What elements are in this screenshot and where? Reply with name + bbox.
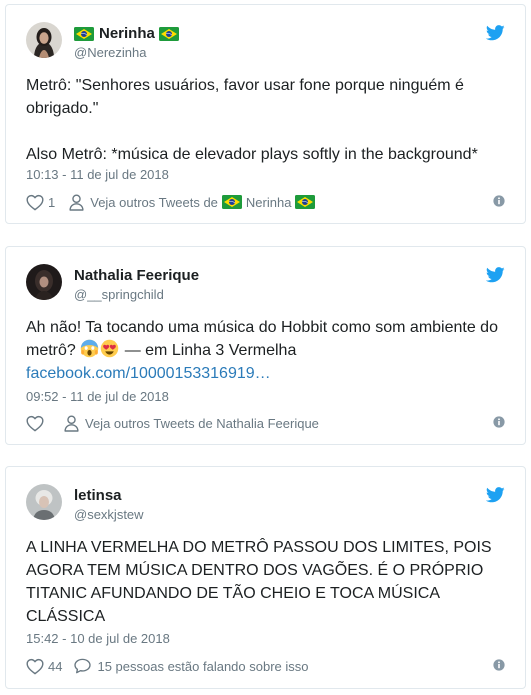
- like-count: 1: [48, 194, 56, 210]
- author-name-text: letinsa: [74, 487, 122, 504]
- avatar-image: [26, 22, 62, 58]
- info-icon[interactable]: [493, 659, 505, 671]
- info-icon[interactable]: [493, 416, 505, 428]
- tweet-text: Ah não! Ta tocando uma música do Hobbit …: [26, 316, 506, 385]
- tweet-actions: Veja outros Tweets de Nathalia Feerique: [26, 413, 505, 433]
- view-profile-link[interactable]: Veja outros Tweets de Nathalia Feerique: [64, 415, 319, 432]
- author-handle[interactable]: @Nerezinha: [74, 45, 146, 60]
- heart-icon: [26, 194, 44, 211]
- twitter-bird-icon[interactable]: [486, 267, 505, 283]
- author-name-text: Nerinha: [99, 25, 155, 42]
- view-profile-label: Veja outros Tweets de Nathalia Feerique: [85, 415, 319, 431]
- avatar-image: [26, 264, 62, 300]
- heart-icon: [26, 415, 44, 432]
- tweet-actions: 1 Veja outros Tweets de Nerinha: [26, 192, 505, 212]
- tweet-paragraph: Also Metrô: *música de elevador plays so…: [26, 146, 478, 163]
- avatar-image: [26, 484, 62, 520]
- tweet-timestamp[interactable]: 10:13 - 11 de jul de 2018: [26, 167, 169, 182]
- twitter-bird-icon[interactable]: [486, 25, 505, 41]
- view-profile-name: Nerinha: [245, 194, 292, 210]
- author-name[interactable]: Nathalia Feerique: [74, 267, 199, 284]
- like-button[interactable]: 44: [26, 658, 62, 675]
- person-icon: [64, 415, 79, 432]
- view-profile-link[interactable]: Veja outros Tweets de Nerinha: [69, 194, 319, 211]
- heart-eyes-emoji: [100, 339, 119, 358]
- view-profile-label: Veja outros Tweets de: [90, 194, 218, 210]
- tweet-card[interactable]: Nathalia Feerique @__springchild Ah não!…: [5, 246, 526, 445]
- tweet-link[interactable]: facebook.com/10000153316919…: [26, 365, 271, 382]
- author-handle[interactable]: @__springchild: [74, 287, 164, 302]
- author-name[interactable]: Nerinha: [74, 25, 183, 42]
- info-icon[interactable]: [493, 195, 505, 207]
- avatar[interactable]: [26, 22, 62, 58]
- tweet-card[interactable]: letinsa @sexkjstew A LINHA VERMELHA DO M…: [5, 466, 526, 689]
- tweet-timestamp[interactable]: 09:52 - 11 de jul de 2018: [26, 389, 169, 404]
- conversation-link[interactable]: 15 pessoas estão falando sobre isso: [74, 658, 309, 674]
- tweet-paragraph: Metrô: "Senhores usuários, favor usar fo…: [26, 77, 464, 117]
- author-name[interactable]: letinsa: [74, 487, 122, 504]
- speech-bubble-icon: [74, 658, 91, 674]
- like-button[interactable]: [26, 415, 44, 432]
- avatar[interactable]: [26, 484, 62, 520]
- tweet-actions: 44 15 pessoas estão falando sobre isso: [26, 656, 505, 676]
- tweet-paragraph: A LINHA VERMELHA DO METRÔ PASSOU DOS LIM…: [26, 539, 492, 625]
- avatar[interactable]: [26, 264, 62, 300]
- tweet-text-location: — em Linha 3 Vermelha: [120, 342, 297, 359]
- tweet-text: Metrô: "Senhores usuários, favor usar fo…: [26, 74, 506, 166]
- brazil-flag-icon: [295, 195, 315, 209]
- like-button[interactable]: 1: [26, 194, 55, 211]
- author-handle[interactable]: @sexkjstew: [74, 507, 144, 522]
- tweet-text: A LINHA VERMELHA DO METRÔ PASSOU DOS LIM…: [26, 536, 506, 628]
- screaming-face-emoji: [80, 339, 99, 358]
- brazil-flag-icon: [222, 195, 242, 209]
- heart-icon: [26, 658, 44, 675]
- brazil-flag-icon: [74, 27, 94, 41]
- person-icon: [69, 194, 84, 211]
- like-count: 44: [48, 658, 63, 674]
- conversation-label: 15 pessoas estão falando sobre isso: [97, 658, 309, 674]
- twitter-bird-icon[interactable]: [486, 487, 505, 503]
- tweet-timestamp[interactable]: 15:42 - 10 de jul de 2018: [26, 631, 170, 646]
- author-name-text: Nathalia Feerique: [74, 267, 200, 284]
- tweet-card[interactable]: Nerinha @Nerezinha Metrô: "Senhores usuá…: [5, 4, 526, 224]
- brazil-flag-icon: [159, 27, 179, 41]
- tweet-paragraph: Ah não! Ta tocando uma música do Hobbit …: [26, 316, 506, 385]
